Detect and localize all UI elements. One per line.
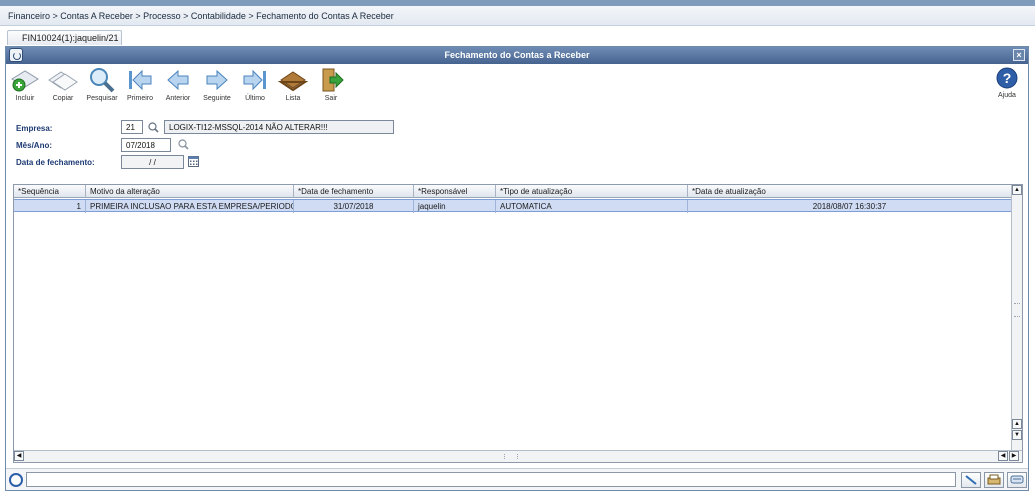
exit-label: Sair: [324, 95, 338, 102]
last-label: Último: [245, 95, 265, 102]
copy-label: Copiar: [52, 95, 74, 102]
status-bar: [6, 468, 1028, 490]
list-icon: [278, 71, 308, 92]
search-icon[interactable]: [148, 122, 159, 133]
data-fechamento-field[interactable]: / /: [121, 155, 184, 169]
resize-icon: [965, 475, 977, 485]
add-label: Incluir: [15, 95, 35, 102]
cell-motivo: PRIMEIRA INCLUSAO PARA ESTA EMPRESA/PERI…: [86, 200, 294, 213]
previous-label: Anterior: [165, 95, 191, 102]
resize-button[interactable]: [961, 472, 981, 488]
print-button[interactable]: [984, 472, 1004, 488]
app-icon[interactable]: [9, 48, 23, 62]
add-button[interactable]: Incluir: [8, 67, 42, 109]
search-icon[interactable]: [178, 139, 189, 150]
scroll-up-icon[interactable]: ▲: [1012, 185, 1022, 195]
first-button[interactable]: Primeiro: [123, 67, 157, 109]
column-header-tipo-atualizacao[interactable]: *Tipo de atualização: [496, 185, 688, 198]
breadcrumb: Financeiro > Contas A Receber > Processo…: [0, 6, 1035, 26]
message-button[interactable]: [1007, 472, 1027, 488]
column-header-motivo[interactable]: Motivo da alteração: [86, 185, 294, 198]
empresa-name-field: LOGIX-TI12-MSSQL-2014 NÃO ALTERAR!!!: [164, 120, 394, 134]
scroll-right-end-icon[interactable]: ◀: [998, 451, 1008, 461]
copy-icon: [48, 71, 78, 91]
mes-ano-label: Mês/Ano:: [16, 141, 52, 150]
cell-data-atualizacao: 2018/08/07 16:30:37: [812, 202, 887, 211]
cell-sequencia: 1: [14, 200, 86, 213]
next-label: Seguinte: [203, 95, 231, 102]
previous-icon: [167, 69, 189, 91]
print-icon: [987, 474, 1001, 485]
column-header-sequencia[interactable]: *Sequência: [14, 185, 86, 198]
mes-ano-field[interactable]: 07/2018: [121, 138, 171, 152]
last-button[interactable]: Último: [238, 67, 272, 109]
add-icon: [11, 70, 39, 92]
scroll-left-icon[interactable]: ◀: [14, 451, 24, 461]
tab-fin10024[interactable]: FIN10024(1):jaquelin/21: [7, 30, 122, 45]
copy-button[interactable]: Copiar: [46, 67, 80, 109]
status-message-field: [26, 472, 956, 487]
previous-button[interactable]: Anterior: [161, 67, 195, 109]
next-icon: [206, 69, 228, 91]
last-icon: [243, 69, 266, 91]
toolbar: Incluir Copiar Pesquisar Primeiro Anteri…: [6, 65, 1028, 109]
empresa-label: Empresa:: [16, 124, 53, 133]
cell-tipo-atualizacao: AUTOMATICA: [496, 200, 688, 213]
grid-header: *Sequência Motivo da alteração *Data de …: [14, 185, 1011, 198]
program-window: Fechamento do Contas a Receber × Incluir…: [5, 46, 1029, 491]
exit-icon: [322, 68, 344, 92]
table-row[interactable]: 1 PRIMEIRA INCLUSAO PARA ESTA EMPRESA/PE…: [14, 199, 1011, 213]
message-icon: [1010, 475, 1024, 484]
hscroll-grip-icon[interactable]: [504, 454, 518, 459]
column-header-data-fechamento[interactable]: *Data de fechamento: [294, 185, 414, 198]
window-titlebar: Fechamento do Contas a Receber ×: [6, 47, 1028, 64]
horizontal-scrollbar[interactable]: ◀ ◀ ▶: [14, 450, 1022, 462]
search-icon: [90, 68, 115, 93]
close-button[interactable]: ×: [1013, 49, 1025, 61]
first-icon: [129, 69, 152, 91]
closing-grid[interactable]: *Sequência Motivo da alteração *Data de …: [13, 184, 1023, 463]
help-icon: ?: [996, 67, 1018, 89]
cell-data-fechamento: 31/07/2018: [294, 200, 414, 213]
scroll-down-icon[interactable]: ▼: [1012, 430, 1022, 440]
data-fechamento-label: Data de fechamento:: [16, 158, 95, 167]
status-icon[interactable]: [9, 473, 23, 487]
help-label: Ajuda: [998, 92, 1016, 99]
help-button[interactable]: ? Ajuda: [992, 67, 1022, 99]
first-label: Primeiro: [126, 95, 154, 102]
column-header-responsavel[interactable]: *Responsável: [414, 185, 496, 198]
scroll-right-icon[interactable]: ▶: [1009, 451, 1019, 461]
window-title: Fechamento do Contas a Receber: [444, 50, 590, 60]
column-header-data-atualizacao[interactable]: *Data de atualização: [688, 185, 1011, 198]
list-button[interactable]: Lista: [276, 67, 310, 109]
search-label: Pesquisar: [86, 95, 118, 102]
calendar-icon[interactable]: [188, 156, 199, 167]
empresa-code-field[interactable]: 21: [121, 120, 143, 134]
search-button[interactable]: Pesquisar: [85, 67, 119, 109]
vertical-scrollbar[interactable]: ▲ ▲ ▼: [1011, 185, 1022, 451]
scroll-grip-icon[interactable]: [1014, 303, 1020, 317]
scroll-top-icon[interactable]: ▲: [1012, 419, 1022, 429]
exit-button[interactable]: Sair: [314, 67, 348, 109]
list-label: Lista: [285, 95, 301, 102]
cell-responsavel: jaquelin: [414, 200, 496, 213]
svg-text:?: ?: [1003, 70, 1012, 86]
next-button[interactable]: Seguinte: [200, 67, 234, 109]
tab-bar: FIN10024(1):jaquelin/21: [0, 26, 1035, 46]
